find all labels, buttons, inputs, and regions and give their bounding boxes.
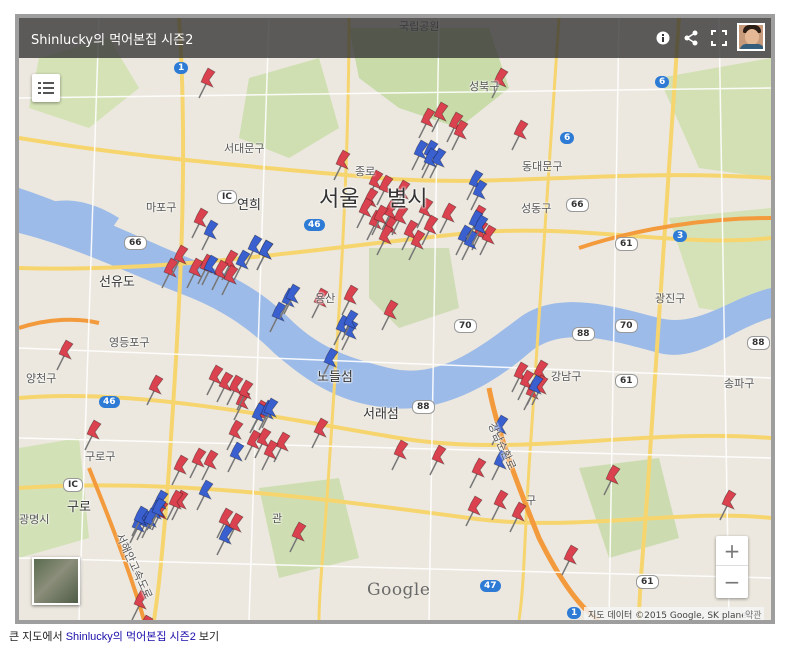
road-shield: 61 xyxy=(615,374,638,388)
place-label: 동대문구 xyxy=(522,160,563,173)
owner-avatar[interactable] xyxy=(737,23,765,51)
fullscreen-icon[interactable] xyxy=(707,26,731,50)
road-shield: IC xyxy=(217,190,237,204)
road-shield: 88 xyxy=(572,327,595,341)
place-label: 서대문구 xyxy=(224,142,265,155)
road-shield: 46 xyxy=(304,219,325,231)
map-canvas[interactable]: 국립공원성북구서대문구종로동대문구마포구연희서울별시성동구선유도용산광진구영등포… xyxy=(19,18,771,620)
road-shield: IC xyxy=(63,478,83,492)
place-label: 성북구 xyxy=(469,80,500,93)
road-shield: 61 xyxy=(636,575,659,589)
place-label: 광진구 xyxy=(655,292,686,305)
zoom-in-button[interactable]: + xyxy=(716,536,748,566)
footer-suffix: 보기 xyxy=(195,631,220,643)
place-label: 서래섬 xyxy=(363,407,399,422)
place-label: 송파구 xyxy=(724,377,755,390)
share-icon[interactable] xyxy=(679,26,703,50)
road-shield: 1 xyxy=(174,62,189,74)
road-shield: 70 xyxy=(615,319,638,333)
avatar-body xyxy=(740,44,763,49)
place-label: 용산 xyxy=(315,292,336,305)
road-shield: 61 xyxy=(615,237,638,251)
road-shield: 3 xyxy=(673,230,688,242)
place-label: 구로 xyxy=(67,500,91,515)
map-copyright: 지도 데이터 ©2015 Google, SK planet xyxy=(584,607,755,620)
road-shield: 70 xyxy=(454,319,477,333)
avatar-face xyxy=(745,29,759,45)
place-label: 양천구 xyxy=(26,372,57,385)
road-shield: 46 xyxy=(99,396,120,408)
place-label: 서울 xyxy=(319,187,360,212)
place-label: 별시 xyxy=(387,187,428,212)
road-shield: 66 xyxy=(566,198,589,212)
map-title-bar: Shinlucky의 먹어본집 시즌2 xyxy=(19,18,771,58)
road-shield: 66 xyxy=(124,236,147,250)
zoom-out-button[interactable]: − xyxy=(716,567,748,597)
place-label: 노들섬 xyxy=(317,370,353,385)
place-label: 구 xyxy=(526,494,537,507)
place-label: 강남구 xyxy=(551,370,582,383)
terms-link[interactable]: 약관 xyxy=(743,607,764,620)
list-icon xyxy=(38,82,54,94)
footer-prefix: 큰 지도에서 xyxy=(9,631,66,643)
zoom-control: + − xyxy=(716,536,748,598)
place-label: 성동구 xyxy=(521,202,552,215)
place-label: 연희 xyxy=(237,198,261,213)
place-label: 영등포구 xyxy=(109,336,150,349)
road-shield: 47 xyxy=(480,580,501,592)
map-footer: 큰 지도에서 Shinlucky의 먹어본집 시즌2 보기 xyxy=(9,628,219,644)
road-shield: 6 xyxy=(655,76,670,88)
footer-map-link[interactable]: Shinlucky의 먹어본집 시즌2 xyxy=(66,631,196,643)
road-shield: 88 xyxy=(747,336,770,350)
place-label: 종로 xyxy=(355,165,376,178)
legend-list-button[interactable] xyxy=(32,74,60,102)
place-label: 선유도 xyxy=(99,275,135,290)
place-label: 마포구 xyxy=(146,201,177,214)
map-base xyxy=(19,18,771,620)
place-label: 구로구 xyxy=(85,450,116,463)
map-title[interactable]: Shinlucky의 먹어본집 시즌2 xyxy=(31,29,193,48)
road-shield: 1 xyxy=(567,607,582,619)
road-shield: 6 xyxy=(560,132,575,144)
place-label: 관 xyxy=(272,512,283,525)
google-logo: Google xyxy=(367,580,431,600)
map-frame: 국립공원성북구서대문구종로동대문구마포구연희서울별시성동구선유도용산광진구영등포… xyxy=(15,14,775,624)
satellite-toggle[interactable] xyxy=(32,557,80,605)
place-label: 광명시 xyxy=(19,513,50,526)
info-icon[interactable] xyxy=(651,26,675,50)
road-shield: 88 xyxy=(412,400,435,414)
